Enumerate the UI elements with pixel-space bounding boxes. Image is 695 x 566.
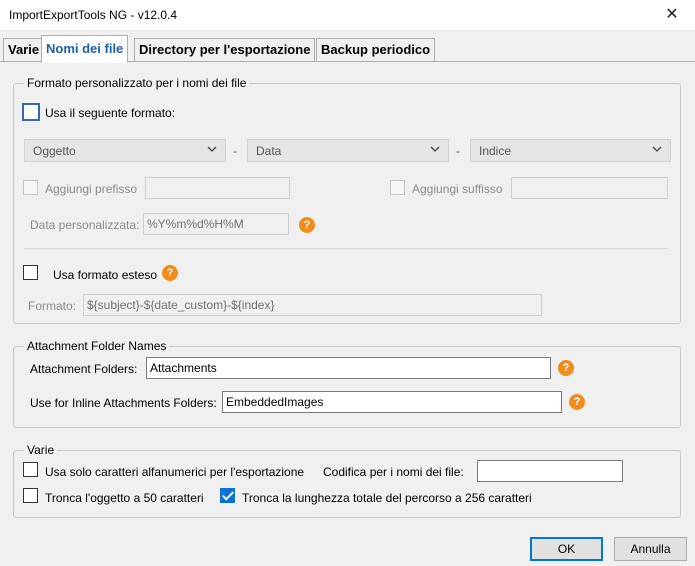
suffix-checkbox[interactable]: [390, 180, 405, 195]
truncate-path-label: Tronca la lunghezza totale del percorso …: [242, 491, 532, 505]
extended-format-label: Usa formato esteso: [53, 268, 158, 282]
truncate-subject-checkbox[interactable]: [23, 488, 38, 503]
format-group-legend: Formato personalizzato per i nomi dei fi…: [27, 76, 247, 90]
attachment-folders-label: Attachment Folders:: [30, 362, 138, 376]
misc-group-legend: Varie: [27, 443, 55, 457]
prefix-checkbox[interactable]: [23, 180, 38, 195]
truncate-subject-label: Tronca l'oggetto a 50 caratteri: [45, 491, 204, 505]
inline-folders-label: Use for Inline Attachments Folders:: [30, 396, 217, 410]
tab-varie[interactable]: Varie: [3, 38, 45, 62]
extended-format-checkbox[interactable]: [23, 265, 38, 280]
format-divider: [24, 248, 668, 249]
tab-panel: Formato personalizzato per i nomi dei fi…: [0, 62, 695, 532]
format-separator-2: -: [456, 144, 460, 158]
custom-date-help-icon[interactable]: ?: [299, 217, 315, 233]
alnum-only-label: Usa solo caratteri alfanumerici per l'es…: [45, 465, 305, 479]
suffix-label: Aggiungi suffisso: [412, 182, 503, 196]
chevron-down-icon: [207, 146, 217, 152]
attachment-group-legend: Attachment Folder Names: [27, 339, 167, 353]
cancel-button[interactable]: Annulla: [614, 537, 687, 561]
encoding-input[interactable]: [477, 460, 623, 482]
format-select-3[interactable]: Indice: [470, 139, 671, 162]
ok-button[interactable]: OK: [530, 537, 603, 561]
title-bar: ImportExportTools NG - v12.0.4 ✕: [0, 0, 695, 31]
inline-folders-help-icon[interactable]: ?: [569, 394, 585, 410]
tab-nomi-dei-file[interactable]: Nomi dei file: [41, 35, 129, 63]
use-format-checkbox[interactable]: [22, 103, 40, 121]
encoding-label: Codifica per i nomi dei file:: [323, 465, 464, 479]
inline-folders-input[interactable]: EmbeddedImages: [222, 391, 562, 413]
attachment-folders-help-icon[interactable]: ?: [558, 360, 574, 376]
prefix-input[interactable]: [145, 177, 290, 199]
format-select-2[interactable]: Data: [247, 139, 449, 162]
format-input[interactable]: ${subject}-${date_custom}-${index}: [83, 294, 542, 316]
window-title: ImportExportTools NG - v12.0.4: [9, 8, 178, 22]
format-select-3-value: Indice: [479, 144, 512, 158]
chevron-down-icon: [430, 146, 440, 152]
use-format-label: Usa il seguente formato:: [45, 106, 176, 120]
custom-date-label: Data personalizzata:: [30, 218, 140, 232]
extended-format-help-icon[interactable]: ?: [162, 265, 178, 281]
format-separator-1: -: [233, 144, 237, 158]
format-select-1-value: Oggetto: [33, 144, 76, 158]
prefix-label: Aggiungi prefisso: [45, 182, 138, 196]
tab-directory-esportazione[interactable]: Directory per l'esportazione: [134, 38, 316, 62]
attachment-folders-input[interactable]: Attachments: [146, 357, 551, 379]
truncate-path-checkbox[interactable]: [220, 488, 235, 503]
format-select-1[interactable]: Oggetto: [24, 139, 226, 162]
format-label: Formato:: [28, 299, 77, 313]
suffix-input[interactable]: [511, 177, 668, 199]
chevron-down-icon: [652, 146, 662, 152]
format-select-2-value: Data: [256, 144, 282, 158]
close-icon[interactable]: ✕: [649, 0, 695, 31]
alnum-only-checkbox[interactable]: [23, 462, 38, 477]
custom-date-input[interactable]: %Y%m%d%H%M: [143, 213, 289, 235]
tab-backup-periodico[interactable]: Backup periodico: [316, 38, 436, 62]
attachment-group: Attachment Folder Names: [13, 339, 681, 428]
